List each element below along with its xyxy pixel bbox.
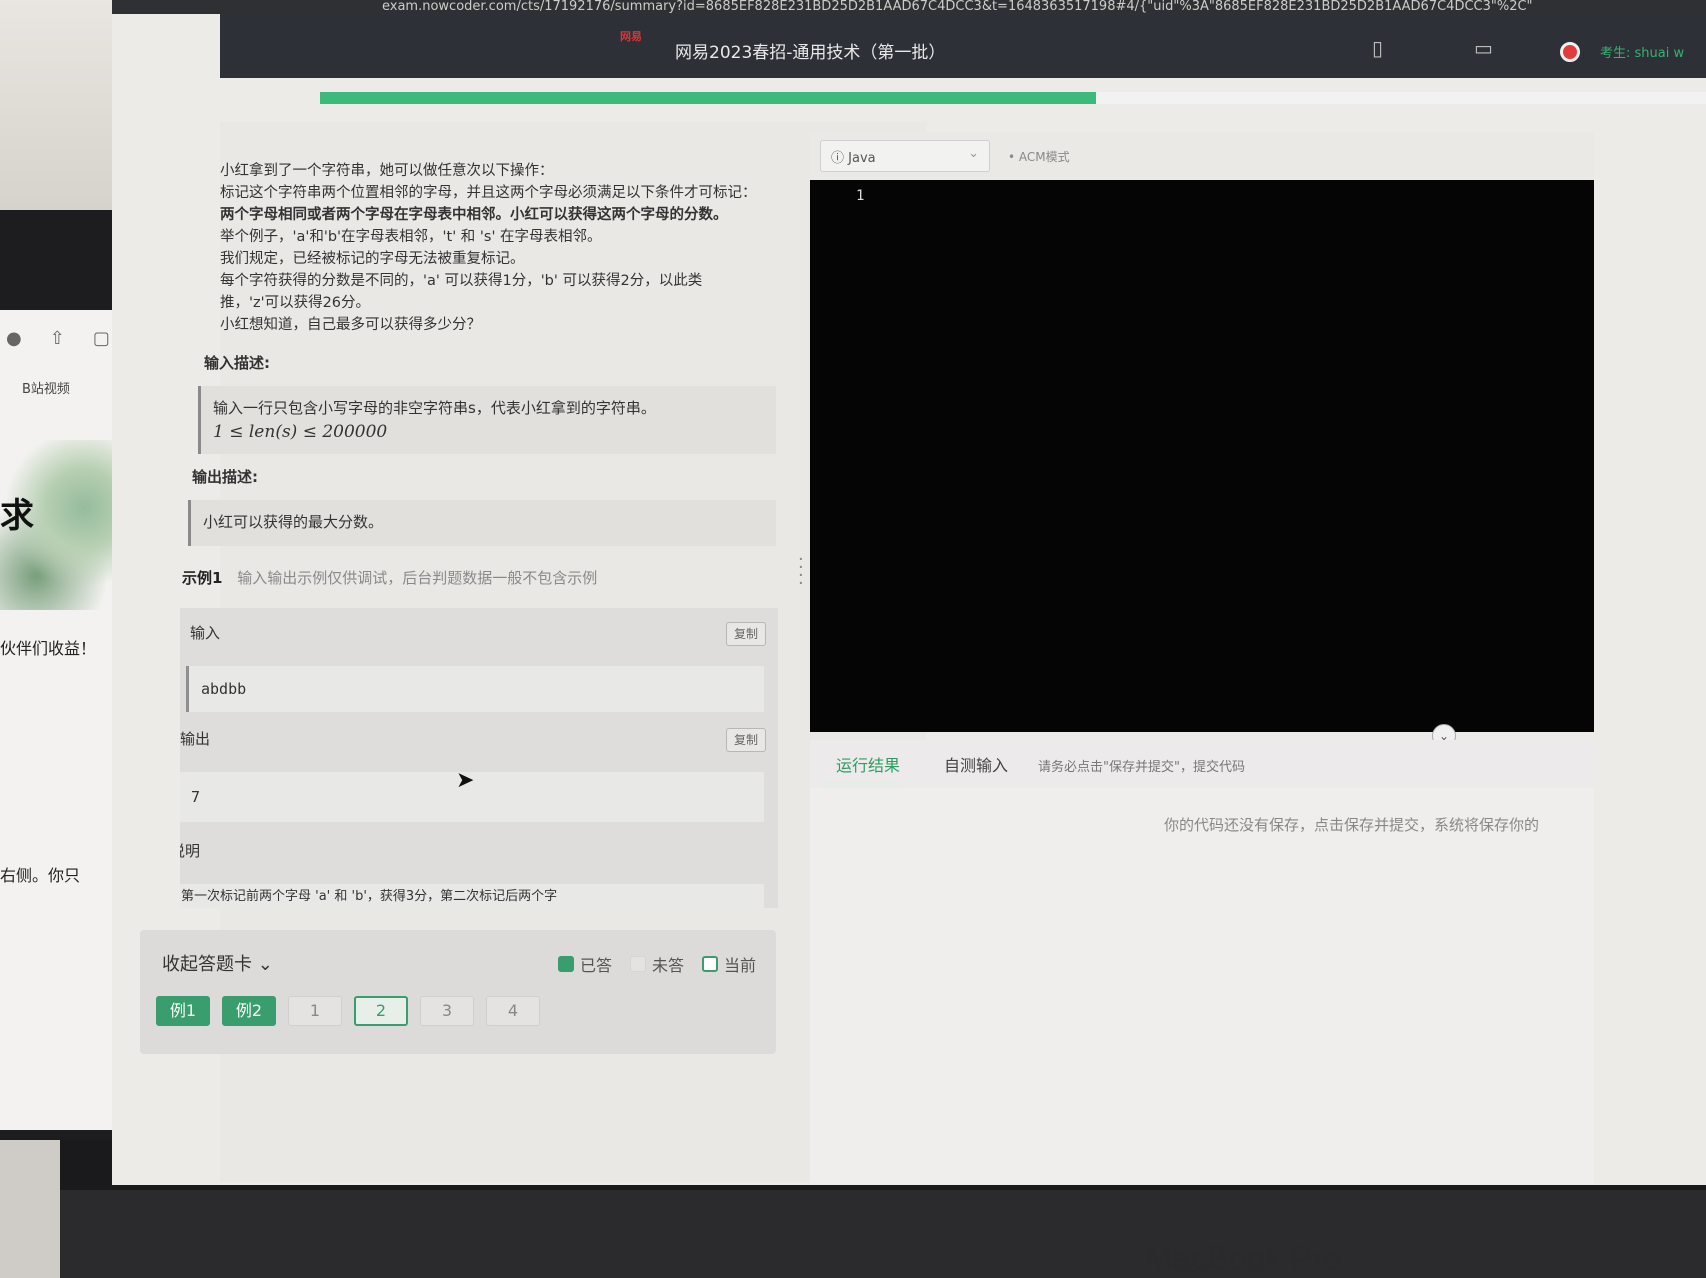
tablet-link: B站视频 xyxy=(22,382,70,397)
laptop-screen: exam.nowcoder.com/cts/17192176/summary?i… xyxy=(112,0,1706,1185)
problem-description: 小红拿到了一个字符串，她可以做任意次以下操作： 标记这个字符串两个位置相邻的字母… xyxy=(220,160,800,336)
example-explain-text: 第一次标记前两个字母 'a' 和 'b'，获得3分，第二次标记后两个字 xyxy=(180,884,764,908)
legend-label: 当前 xyxy=(723,956,756,975)
collapse-answer-card-button[interactable]: 收起答题卡 ⌄ xyxy=(162,950,273,976)
input-description-text: 输入一行只包含小写字母的非空字符串s，代表小红拿到的字符串。 xyxy=(213,399,656,417)
question-button-3[interactable]: 3 xyxy=(420,996,474,1026)
question-button-4[interactable]: 4 xyxy=(486,996,540,1026)
question-button-1[interactable]: 1 xyxy=(288,996,342,1026)
example-header: 示例1 输入输出示例仅供调试，后台判题数据一般不包含示例 xyxy=(182,567,597,588)
panel-splitter-handle[interactable]: · · · · xyxy=(798,551,804,593)
input-description-title: 输入描述: xyxy=(204,354,270,372)
exam-title: 网易2023春招-通用技术（第一批） xyxy=(675,43,946,63)
tabs-icon: ▢ xyxy=(92,327,110,349)
example-io-box: 输入 复制 abdbb 输出 复制 7 说明 第一次标记前两个字母 'a' 和 … xyxy=(180,608,778,908)
progress-fill xyxy=(320,92,1097,104)
language-value: Java xyxy=(848,151,876,166)
chevron-down-icon: ⌄ xyxy=(257,954,273,975)
netease-logo: 网易 xyxy=(620,30,642,43)
unanswered-swatch xyxy=(629,956,646,972)
tab-custom-input[interactable]: 自测输入 xyxy=(944,752,1008,776)
result-tabs: 运行结果 自测输入 请务必点击"保存并提交"，提交代码 xyxy=(810,740,1594,788)
acm-mode-label: • ACM模式 xyxy=(1008,150,1070,164)
result-panel: 你的代码还没有保存，点击保存并提交，系统将保存你的 xyxy=(810,788,1594,1184)
description-line: 标记这个字符串两个位置相邻的字母，并且这两个字母必须满足以下条件才可标记： xyxy=(220,185,757,201)
exam-progress-bar xyxy=(320,92,1706,104)
input-description-box: 输入一行只包含小写字母的非空字符串s，代表小红拿到的字符串。 1 ≤ len(s… xyxy=(198,386,776,454)
example-explain-label: 说明 xyxy=(180,842,201,860)
line-number: 1 xyxy=(856,188,865,204)
legend-label: 未答 xyxy=(651,956,684,975)
submit-hint: 请务必点击"保存并提交"，提交代码 xyxy=(1038,760,1245,775)
collapse-label: 收起答题卡 xyxy=(162,954,252,975)
copy-input-button[interactable]: 复制 xyxy=(726,622,766,646)
tablet-text: 右侧。你只 xyxy=(0,866,81,885)
answer-legend: 已答 未答 当前 xyxy=(557,952,756,976)
address-bar[interactable]: exam.nowcoder.com/cts/17192176/summary?i… xyxy=(112,0,1706,14)
legend-answered: 已答 xyxy=(557,952,612,976)
output-description-title: 输出描述: xyxy=(192,468,258,486)
current-swatch xyxy=(701,956,718,972)
output-description-box: 小红可以获得的最大分数。 xyxy=(188,500,776,546)
mouse-cursor-icon: ➤ xyxy=(456,768,475,793)
examinee-name: 考生: shuai w xyxy=(1600,46,1685,61)
description-line: 举个例子，'a'和'b'在字母表相邻，'t' 和 's' 在字母表相邻。 xyxy=(220,229,602,245)
output-description-text: 小红可以获得的最大分数。 xyxy=(203,513,384,531)
chevron-down-icon: ⌄ xyxy=(968,146,979,161)
legend-unanswered: 未答 xyxy=(629,952,684,976)
result-message: 你的代码还没有保存，点击保存并提交，系统将保存你的 xyxy=(1164,816,1540,834)
description-line: 推，'z'可以获得26分。 xyxy=(220,295,371,311)
answered-swatch xyxy=(557,956,574,972)
example-input-value: abdbb xyxy=(186,666,764,712)
camera-recording-icon xyxy=(1560,42,1580,62)
active-tab-indicator xyxy=(824,782,900,785)
legend-label: 已答 xyxy=(579,956,612,975)
legend-current: 当前 xyxy=(701,952,756,976)
editor-toolbar: ⓘ Java ⌄ • ACM模式 xyxy=(810,132,1594,180)
question-button-2[interactable]: 2 xyxy=(354,996,408,1026)
question-button-example2[interactable]: 例2 xyxy=(222,996,276,1026)
example-output-label: 输出 xyxy=(180,730,211,748)
info-icon: ⓘ xyxy=(831,151,849,166)
description-line: 两个字母相同或者两个字母在字母表中相邻。小红可以获得这两个字母的分数。 xyxy=(220,207,728,223)
example-note: 输入输出示例仅供调试，后台判题数据一般不包含示例 xyxy=(237,569,598,587)
description-line: 我们规定，已经被标记的字母无法被重复标记。 xyxy=(220,251,525,267)
mic-icon: ● xyxy=(6,327,22,349)
laptop-chin xyxy=(60,1190,1706,1278)
question-button-example1[interactable]: 例1 xyxy=(156,996,210,1026)
language-select[interactable]: ⓘ Java ⌄ xyxy=(820,140,990,172)
example-input-label: 输入 xyxy=(190,624,221,642)
tablet-text: 伙伴们收益！ xyxy=(0,639,97,658)
laptop-model-label: MacBook Pro xyxy=(1145,1240,1343,1276)
exam-header: 网易 网易2023春招-通用技术（第一批） ▯ ▭ 考生: shuai w xyxy=(220,14,1706,78)
description-line: 每个字符获得的分数是不同的，'a' 可以获得1分，'b' 可以获得2分，以此类 xyxy=(220,273,703,289)
description-line: 小红拿到了一个字符串，她可以做任意次以下操作： xyxy=(220,163,554,179)
description-line: 小红想知道，自己最多可以获得多少分？ xyxy=(220,317,481,333)
tab-run-result[interactable]: 运行结果 xyxy=(836,752,900,776)
input-constraint: 1 ≤ len(s) ≤ 200000 xyxy=(213,422,388,442)
copy-output-button[interactable]: 复制 xyxy=(726,728,766,752)
code-editor[interactable]: 1 xyxy=(810,180,1594,732)
answer-card: 收起答题卡 ⌄ 已答 未答 当前 例1 例2 1 2 3 4 xyxy=(140,930,776,1054)
share-icon: ⇧ xyxy=(49,327,65,349)
mobile-icon[interactable]: ▯ xyxy=(1372,36,1398,62)
monitor-icon[interactable]: ▭ xyxy=(1474,36,1500,62)
question-buttons: 例1 例2 1 2 3 4 xyxy=(156,996,540,1026)
tablet-heading: 求 xyxy=(0,496,34,536)
example-label: 示例1 xyxy=(182,569,223,587)
